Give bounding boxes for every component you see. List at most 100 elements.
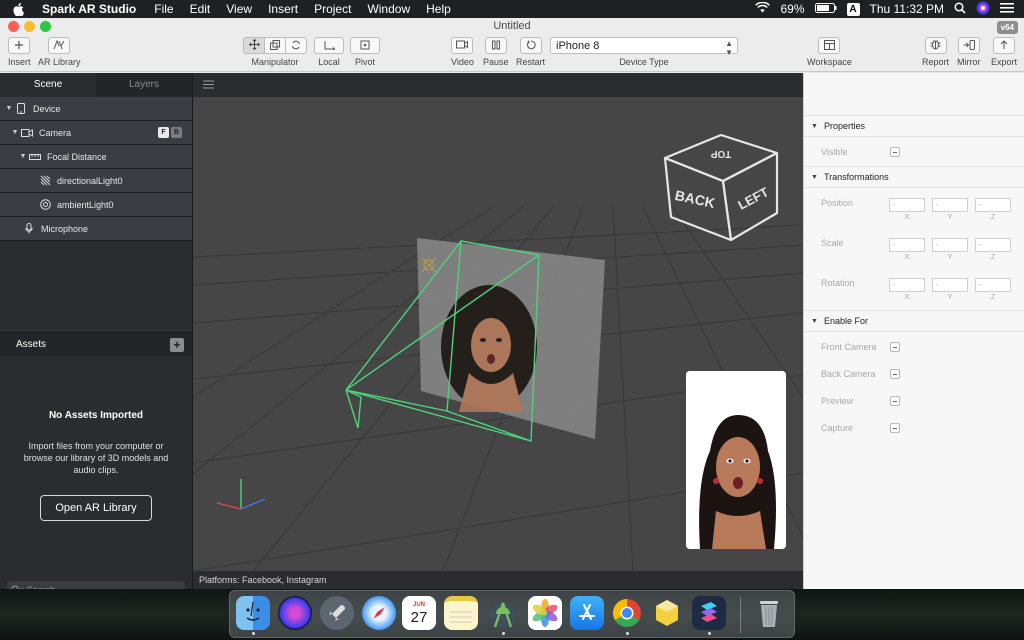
add-asset-button[interactable]: +	[170, 338, 184, 352]
finder-icon[interactable]	[236, 596, 270, 630]
scene-item-device[interactable]: ▼ Device	[0, 97, 192, 121]
scale-y-field[interactable]: -	[932, 238, 968, 252]
menu-help[interactable]: Help	[418, 2, 459, 16]
device-preview[interactable]	[686, 371, 786, 549]
ar-library-button[interactable]	[48, 37, 71, 54]
trash-icon[interactable]	[752, 596, 786, 630]
android-studio-icon[interactable]	[486, 596, 520, 630]
front-camera-checkbox[interactable]	[890, 342, 900, 352]
close-window-button[interactable]	[8, 21, 19, 32]
notes-icon[interactable]	[444, 596, 478, 630]
hamburger-menu-icon[interactable]	[203, 80, 214, 91]
tab-layers[interactable]: Layers	[96, 73, 192, 97]
scene-item-directional-light[interactable]: directionalLight0	[0, 169, 192, 193]
scene-item-label: Camera	[39, 127, 72, 138]
pause-group: Pause	[483, 37, 509, 67]
menu-insert[interactable]: Insert	[260, 2, 306, 16]
input-source-indicator[interactable]: A	[846, 2, 860, 16]
pause-button[interactable]	[484, 37, 507, 54]
disclosure-arrow-icon[interactable]: ▼	[18, 153, 28, 160]
device-type-select[interactable]: iPhone 8 ▲ ▼	[550, 37, 738, 57]
capture-checkbox[interactable]	[890, 423, 900, 433]
disclosure-arrow-icon[interactable]: ▼	[4, 105, 14, 112]
safari-compass-icon[interactable]	[362, 596, 396, 630]
insert-button[interactable]	[8, 37, 31, 54]
scene-item-microphone[interactable]: Microphone	[0, 217, 192, 241]
rotation-label: Rotation	[821, 278, 855, 288]
disclosure-arrow-icon[interactable]: ▼	[10, 129, 20, 136]
rotation-y-field[interactable]: -	[932, 278, 968, 292]
siri-icon[interactable]	[976, 1, 990, 18]
video-button[interactable]	[451, 37, 474, 54]
mirror-button[interactable]	[957, 37, 980, 54]
scene-item-ambient-light[interactable]: ambientLight0	[0, 193, 192, 217]
open-ar-library-button[interactable]: Open AR Library	[40, 495, 152, 521]
axis-gizmo-icon	[216, 479, 266, 510]
transformations-section[interactable]: ▼ Transformations	[804, 166, 1024, 188]
app-store-icon[interactable]	[570, 596, 604, 630]
visible-checkbox[interactable]	[890, 147, 900, 157]
menu-project[interactable]: Project	[306, 2, 359, 16]
enable-for-section[interactable]: ▼ Enable For	[804, 310, 1024, 332]
spotlight-search-icon[interactable]	[954, 1, 966, 17]
battery-percentage: 69%	[780, 2, 805, 16]
preview-face-image	[686, 371, 786, 549]
rotation-x-field[interactable]: -	[889, 278, 925, 292]
pivot-button[interactable]	[350, 37, 380, 54]
minimize-window-button[interactable]	[24, 21, 35, 32]
calendar-day: 27	[410, 608, 428, 626]
sketch-stickies-icon[interactable]	[650, 596, 684, 630]
preview-checkbox[interactable]	[890, 396, 900, 406]
scale-tool-button[interactable]	[264, 37, 286, 54]
scene-viewport[interactable]: TOP BACK LEFT Platforms: Facebook, Insta…	[193, 73, 803, 589]
scene-item-focal-distance[interactable]: ▼ Focal Distance	[0, 145, 192, 169]
back-camera-checkbox[interactable]	[890, 369, 900, 379]
scene-item-camera[interactable]: ▼ Camera F B	[0, 121, 192, 145]
zoom-window-button[interactable]	[40, 21, 51, 32]
app-name-menu[interactable]: Spark AR Studio	[36, 2, 146, 16]
report-button[interactable]	[924, 37, 947, 54]
wifi-icon[interactable]	[755, 1, 771, 16]
position-x-field[interactable]: -	[889, 198, 925, 212]
rotation-z-field[interactable]: -	[975, 278, 1011, 292]
scale-label: Scale	[821, 238, 844, 248]
dock: JUN 27	[229, 590, 795, 638]
properties-section[interactable]: ▼ Properties	[804, 115, 1024, 137]
menubar-clock[interactable]: Thu 11:32 PM	[870, 2, 944, 16]
local-space-button[interactable]	[314, 37, 344, 54]
axis-x-label: X	[904, 294, 910, 301]
restart-button[interactable]	[519, 37, 542, 54]
siri-dock-icon[interactable]	[278, 596, 312, 630]
spark-ar-icon[interactable]	[692, 596, 726, 630]
workspace-button[interactable]	[818, 37, 841, 54]
menu-window[interactable]: Window	[359, 2, 418, 16]
menu-view[interactable]: View	[218, 2, 260, 16]
position-y-field[interactable]: -	[932, 198, 968, 212]
transformations-title: Transformations	[823, 172, 889, 182]
local-group: Local	[314, 37, 344, 67]
disclosure-arrow-icon[interactable]: ▼	[811, 123, 818, 130]
chrome-icon[interactable]	[610, 596, 644, 630]
disclosure-arrow-icon[interactable]: ▼	[811, 174, 818, 181]
manipulator-group: Manipulator	[243, 37, 307, 67]
disclosure-arrow-icon[interactable]: ▼	[811, 318, 818, 325]
battery-icon[interactable]	[814, 2, 837, 16]
move-tool-button[interactable]	[243, 37, 265, 54]
control-center-icon[interactable]	[1000, 2, 1014, 17]
scale-x-field[interactable]: -	[889, 238, 925, 252]
back-camera-badge[interactable]: B	[171, 127, 182, 138]
rotate-tool-button[interactable]	[285, 37, 307, 54]
front-camera-badge[interactable]: F	[158, 127, 169, 138]
scale-z-field[interactable]: -	[975, 238, 1011, 252]
photos-icon[interactable]	[528, 596, 562, 630]
upload-arrow-icon	[999, 39, 1009, 52]
menu-edit[interactable]: Edit	[182, 2, 219, 16]
tab-scene[interactable]: Scene	[0, 73, 96, 97]
launchpad-rocket-icon[interactable]	[320, 596, 354, 630]
export-button[interactable]	[993, 37, 1015, 54]
menu-file[interactable]: File	[146, 2, 181, 16]
position-z-field[interactable]: -	[975, 198, 1011, 212]
calendar-icon[interactable]: JUN 27	[402, 596, 436, 630]
apple-menu-icon[interactable]	[0, 2, 36, 16]
bug-icon	[930, 39, 941, 52]
